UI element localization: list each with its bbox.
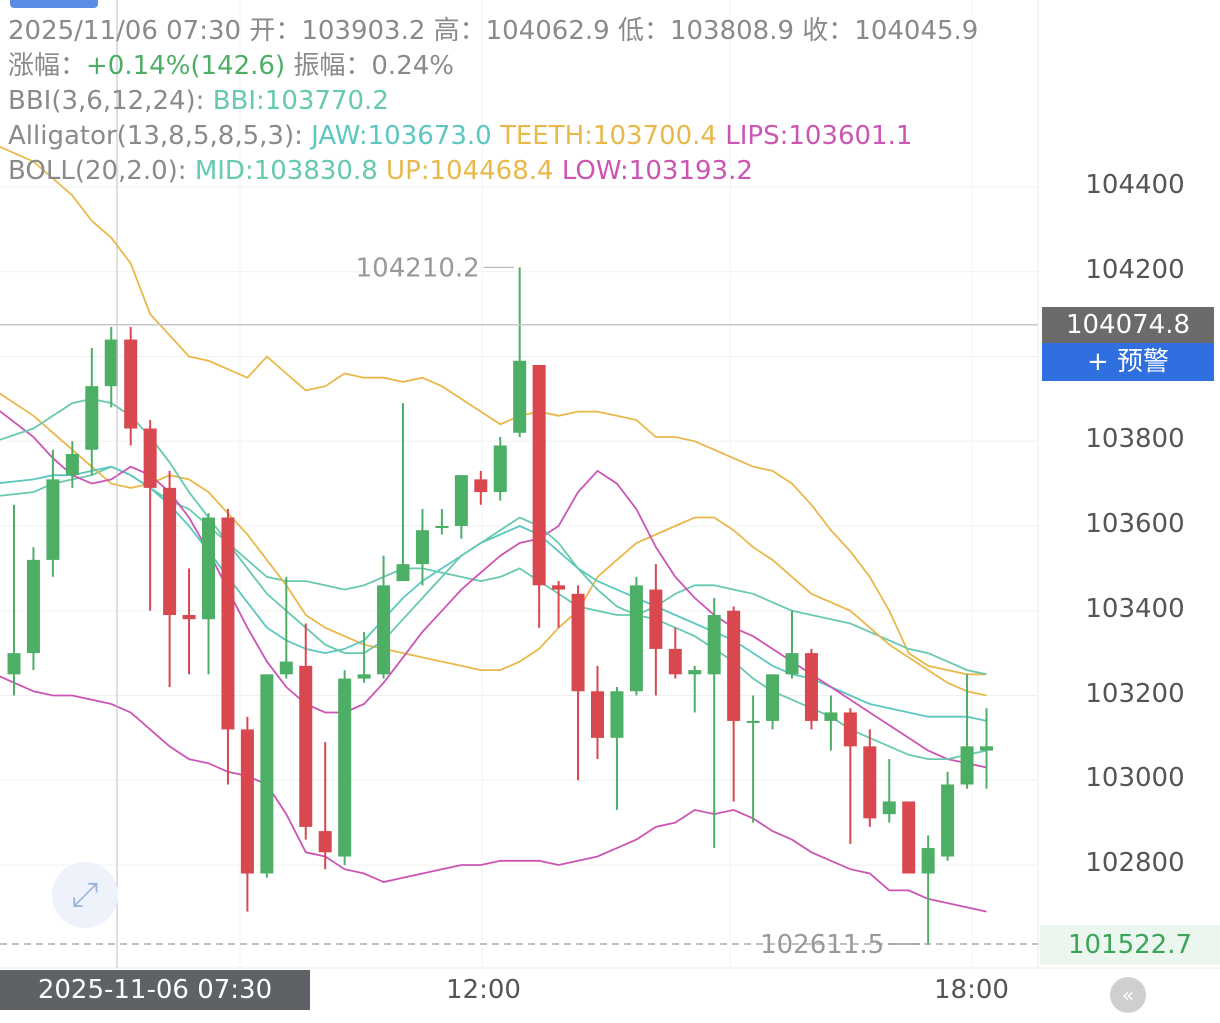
- candle-body: [824, 712, 838, 721]
- expand-icon[interactable]: ⤢: [52, 862, 118, 928]
- ohlc-line: 2025/11/06 07:30 开：103903.2 高：104062.9 低…: [8, 14, 978, 49]
- candle-body: [104, 339, 118, 387]
- candle-body: [668, 648, 682, 675]
- candle-body: [202, 517, 215, 620]
- price-tick: 103800: [1085, 424, 1185, 454]
- alligator-line: Alligator(13,8,5,8,5,3): JAW:103673.0 TE…: [8, 119, 912, 154]
- low-value: LOW:103193.2: [561, 156, 753, 186]
- candle-body: [26, 559, 40, 654]
- candle-body: [7, 653, 21, 675]
- bbi-value: BBI:103770.2: [212, 86, 389, 116]
- up-value: UP:104468.4: [386, 156, 554, 186]
- price-tick: 104200: [1085, 255, 1185, 285]
- jaw-value: JAW:103673.0: [311, 121, 492, 151]
- candle-body: [960, 746, 974, 785]
- candle-body: [299, 665, 313, 827]
- candle-body: [221, 517, 235, 730]
- line-up: [0, 145, 987, 676]
- candle-body: [318, 831, 332, 853]
- mid-value: MID:103830.8: [194, 156, 378, 186]
- candle-body: [46, 479, 60, 560]
- high-annotation: 104210.2: [356, 253, 480, 283]
- ohlc-text: 2025/11/06 07:30 开：103903.2 高：104062.9 低…: [8, 16, 979, 46]
- price-tick: 103400: [1085, 594, 1185, 624]
- candle-body: [629, 585, 643, 692]
- time-tick: 12:00: [446, 975, 521, 1005]
- candle-body: [688, 670, 702, 675]
- boll-label: BOLL(20,2.0):: [8, 156, 187, 186]
- candle-body: [182, 614, 196, 620]
- candle-body: [260, 674, 274, 874]
- candle-body: [746, 720, 760, 723]
- price-tick: 102800: [1085, 848, 1185, 878]
- candle-body: [65, 453, 79, 476]
- back-to-latest-icon[interactable]: «: [1110, 977, 1146, 1013]
- candle-body: [435, 526, 449, 528]
- candle-body: [902, 801, 916, 874]
- candle-body: [396, 564, 410, 582]
- price-tick: 103600: [1085, 509, 1185, 539]
- change-value: +0.14%(142.6): [86, 51, 286, 81]
- candle-body: [707, 614, 721, 675]
- low-annotation: 102611.5: [760, 930, 884, 960]
- bbi-line: BBI(3,6,12,24): BBI:103770.2: [8, 84, 389, 119]
- add-alert-button[interactable]: + 预警: [1042, 343, 1214, 381]
- lips-value: LIPS:103601.1: [725, 121, 913, 151]
- candle-body: [843, 712, 857, 747]
- candle-body: [552, 585, 566, 590]
- candle-body: [85, 386, 99, 450]
- candle-body: [785, 653, 799, 675]
- candle-body: [357, 674, 371, 679]
- candle-body: [163, 487, 177, 615]
- low-price-label: 101522.7: [1040, 925, 1220, 965]
- candle-body: [921, 848, 935, 874]
- candle-body: [649, 589, 663, 649]
- alligator-label: Alligator(13,8,5,8,5,3):: [8, 121, 303, 151]
- top-tab-indicator: [10, 0, 98, 8]
- candle-body: [571, 593, 585, 692]
- candle-body: [513, 360, 527, 433]
- candle-body: [727, 610, 741, 721]
- time-tick: 18:00: [934, 975, 1009, 1005]
- price-tick: 103000: [1085, 763, 1185, 793]
- current-price-label: 104074.8: [1042, 307, 1214, 343]
- candle-body: [863, 746, 877, 819]
- candle-body: [415, 530, 429, 565]
- candle-body: [766, 674, 780, 721]
- boll-line: BOLL(20,2.0): MID:103830.8 UP:104468.4 L…: [8, 154, 753, 189]
- candle-body: [980, 746, 993, 751]
- candle-body: [377, 585, 391, 675]
- candle-body: [882, 801, 896, 815]
- change-line: 涨幅：+0.14%(142.6) 振幅：0.24%: [8, 49, 454, 84]
- bbi-label: BBI(3,6,12,24):: [8, 86, 205, 116]
- change-label: 涨幅：: [8, 51, 87, 81]
- candle-body: [493, 445, 507, 493]
- candle-body: [143, 428, 157, 488]
- price-tick: 104400: [1085, 170, 1185, 200]
- candle-body: [610, 691, 624, 738]
- candle-body: [591, 691, 604, 738]
- price-tick: 103200: [1085, 679, 1185, 709]
- candle-body: [240, 729, 254, 874]
- candle-body: [279, 661, 293, 675]
- amplitude: 振幅：0.24%: [293, 51, 454, 81]
- candle-body: [338, 678, 352, 857]
- candle-body: [124, 339, 138, 429]
- candle-body: [532, 364, 546, 586]
- line-mid: [0, 465, 987, 676]
- line-low: [0, 675, 987, 913]
- candle-body: [941, 784, 955, 857]
- teeth-value: TEETH:103700.4: [499, 121, 717, 151]
- crosshair-time-label: 2025-11-06 07:30: [0, 970, 310, 1010]
- candle-body: [454, 475, 468, 526]
- candle-body: [474, 479, 488, 493]
- line-jaw: [0, 465, 987, 722]
- candle-body: [804, 653, 818, 721]
